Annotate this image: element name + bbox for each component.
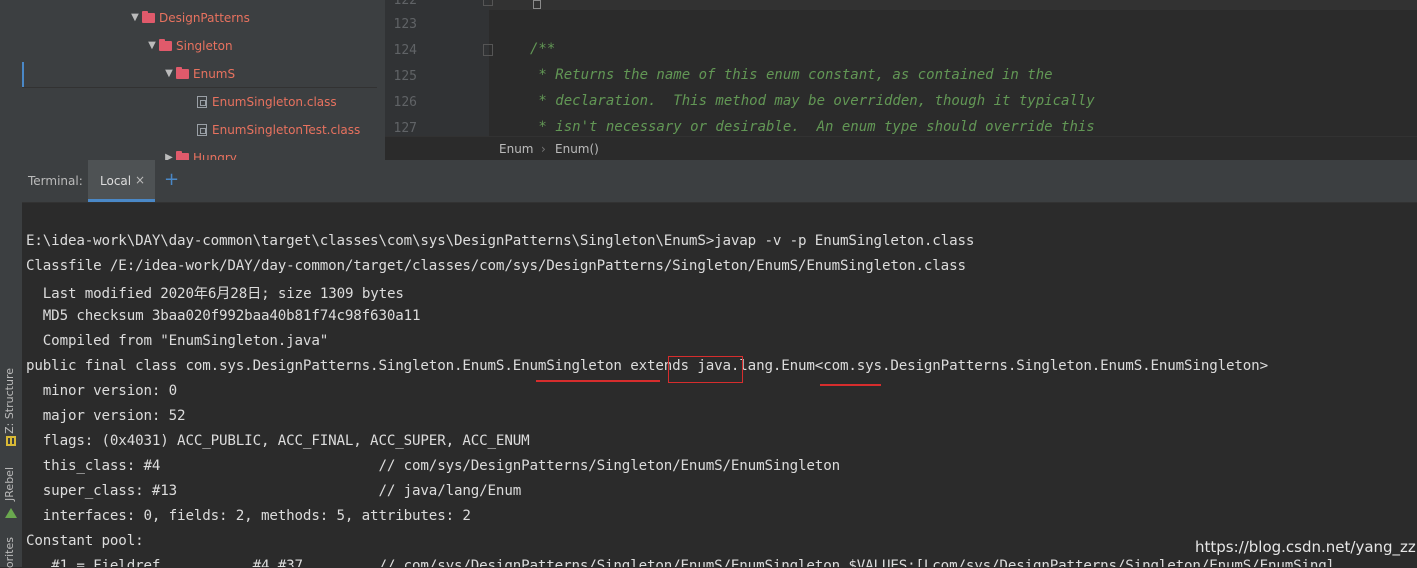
folder-icon	[176, 67, 189, 79]
current-line-highlight	[489, 0, 1417, 10]
tree-divider	[22, 87, 377, 88]
fold-icon[interactable]	[483, 0, 493, 6]
terminal-line: Classfile /E:/idea-work/DAY/day-common/t…	[26, 258, 966, 274]
jrebel-tool-label[interactable]: JRebel	[3, 467, 16, 501]
chevron-down-icon[interactable]: ▼	[145, 32, 159, 60]
breadcrumb-separator: ›	[541, 142, 546, 156]
folder-icon	[159, 39, 172, 51]
chevron-down-icon[interactable]: ▼	[162, 60, 176, 88]
line-number: 126	[393, 95, 417, 110]
terminal-line: public final class com.sys.DesignPattern…	[26, 358, 1268, 374]
terminal-line: Constant pool:	[26, 533, 144, 549]
class-file-icon	[197, 124, 207, 136]
tab-local[interactable]: Local ×	[88, 160, 155, 202]
breadcrumb-item-enum[interactable]: Enum	[499, 142, 533, 156]
breadcrumb-item-enum-constructor[interactable]: Enum()	[555, 142, 599, 156]
terminal-line: E:\idea-work\DAY\day-common\target\class…	[26, 233, 975, 249]
tree-item-enumsingleton-class[interactable]: EnumSingleton.class	[197, 88, 337, 116]
chevron-right-icon[interactable]: ▶	[162, 144, 176, 160]
line-number: 125	[393, 69, 417, 84]
enum-underline	[820, 384, 881, 386]
tab-local-label: Local	[100, 174, 132, 188]
breadcrumb: Enum › Enum()	[385, 136, 1417, 161]
favorites-tool-label[interactable]: orites	[3, 537, 16, 568]
watermark: https://blog.csdn.net/yang_zzu	[1195, 538, 1417, 556]
extends-highlight-box	[668, 356, 743, 383]
tree-item-singleton[interactable]: ▼ Singleton	[145, 32, 233, 60]
terminal-line: super_class: #13 // java/lang/Enum	[26, 483, 522, 499]
fold-icon[interactable]	[483, 44, 493, 56]
add-tab-button[interactable]: +	[164, 169, 179, 190]
code-editor[interactable]: 122 123 124 125 126 127 /** * Returns th…	[385, 0, 1417, 136]
terminal-line: MD5 checksum 3baa020f992baa40b81f74c98f6…	[26, 308, 421, 324]
code-line[interactable]: * isn't necessary or desirable. An enum …	[530, 119, 1094, 135]
terminal-line: Last modified 2020年6月28日; size 1309 byte…	[26, 286, 404, 302]
terminal-line: flags: (0x4031) ACC_PUBLIC, ACC_FINAL, A…	[26, 433, 530, 449]
tree-item-hungry[interactable]: ▶ Hungry	[162, 144, 237, 160]
terminal-line: interfaces: 0, fields: 2, methods: 5, at…	[26, 508, 471, 524]
code-line[interactable]: /**	[530, 41, 555, 57]
line-number: 122	[393, 0, 417, 8]
terminal-line: this_class: #4 // com/sys/DesignPatterns…	[26, 458, 840, 474]
folder-icon	[176, 151, 189, 160]
terminal-title: Terminal:	[28, 174, 83, 188]
tree-item-enums[interactable]: ▼ EnumS	[162, 60, 235, 88]
jrebel-icon[interactable]	[5, 505, 17, 518]
terminal-line: #1 = Fieldref #4.#37 // com/sys/DesignPa…	[26, 558, 1336, 567]
structure-icon[interactable]	[5, 432, 17, 446]
line-number: 127	[393, 121, 417, 136]
chevron-down-icon[interactable]: ▼	[128, 4, 142, 32]
folder-icon	[142, 11, 155, 23]
structure-tool-label[interactable]: Z: Structure	[3, 368, 16, 434]
code-line[interactable]: * Returns the name of this enum constant…	[530, 67, 1052, 83]
close-icon[interactable]: ×	[135, 173, 145, 187]
terminal-output[interactable]: E:\idea-work\DAY\day-common\target\class…	[22, 203, 1417, 567]
tree-selection-marker	[22, 62, 24, 88]
tree-item-designpatterns[interactable]: ▼ DesignPatterns	[128, 4, 250, 32]
terminal-line: Compiled from "EnumSingleton.java"	[26, 333, 329, 349]
terminal-line: major version: 52	[26, 408, 186, 424]
class-name-underline	[536, 380, 660, 382]
tree-item-enumsingletontest-class[interactable]: EnumSingletonTest.class	[197, 116, 360, 144]
tool-window-strip: Z: Structure JRebel orites	[0, 0, 23, 568]
terminal-line: minor version: 0	[26, 383, 178, 399]
code-line[interactable]: * declaration. This method may be overri…	[530, 93, 1094, 109]
brace-match-marker	[533, 0, 541, 9]
line-number: 124	[393, 43, 417, 58]
class-file-icon	[197, 96, 207, 108]
terminal-tab-bar: Terminal: Local × +	[22, 160, 1417, 203]
editor-gutter: 122 123 124 125 126 127	[385, 0, 489, 136]
project-tree: ▼ DesignPatterns ▼ Singleton ▼ EnumS Enu…	[22, 0, 385, 160]
line-number: 123	[393, 17, 417, 32]
